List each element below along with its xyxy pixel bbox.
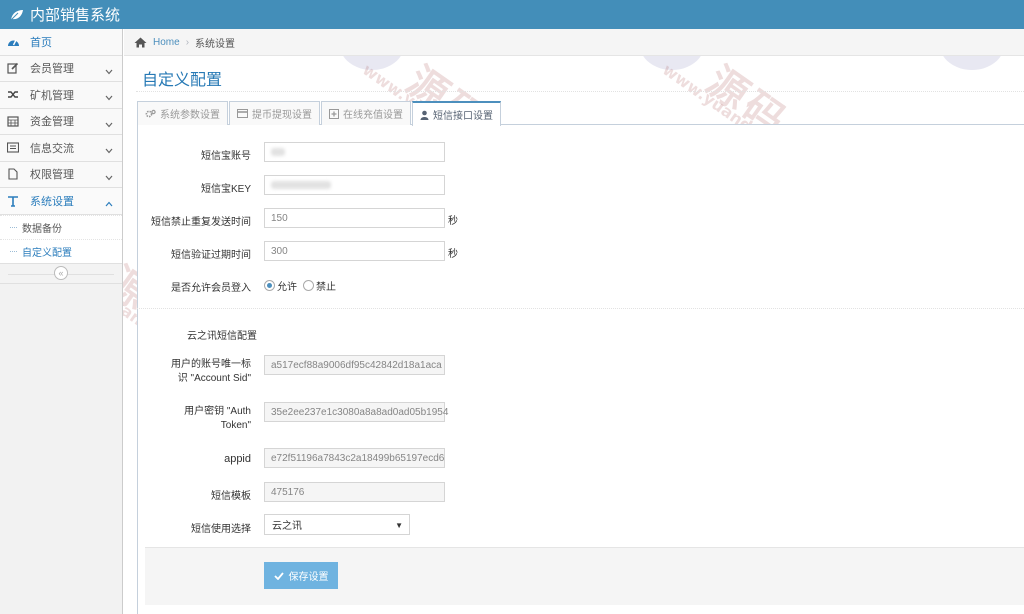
sidebar-collapse-bar: «: [0, 263, 122, 284]
expire-time-label: 短信验证过期时间: [171, 250, 251, 261]
title-divider: [136, 91, 1024, 92]
sidebar-item-label: 信息交流: [30, 142, 74, 155]
save-settings-button[interactable]: 保存设置: [264, 562, 338, 589]
sidebar-item-label: 权限管理: [30, 169, 74, 182]
user-icon: [420, 110, 429, 120]
sidebar-item-funds[interactable]: 资金管理: [0, 108, 122, 135]
chevron-down-icon: [105, 143, 113, 157]
tab-label: 短信接口设置: [433, 111, 493, 122]
sms-provider-value: 云之讯: [272, 521, 302, 532]
sidebar-item-settings[interactable]: 系统设置: [0, 188, 122, 215]
sms-template-label: 短信模板: [211, 491, 251, 502]
sidebar-item-label: 系统设置: [30, 195, 74, 208]
shuffle-icon: [6, 88, 20, 102]
sms-provider-select[interactable]: 云之讯 ▼: [264, 514, 410, 535]
sidebar-item-members[interactable]: 会员管理: [0, 55, 122, 82]
resend-interval-label: 短信禁止重复发送时间: [151, 217, 251, 228]
tab-label: 提币提现设置: [252, 110, 312, 121]
member-login-radio-group: 允许 禁止: [264, 278, 342, 293]
sidebar-item-permissions[interactable]: 权限管理: [0, 161, 122, 188]
expire-time-input[interactable]: 300: [264, 241, 445, 261]
tab-withdrawal[interactable]: 提币提现设置: [229, 101, 320, 125]
credit-card-icon: [237, 109, 248, 118]
sms-key-label: 短信宝KEY: [200, 184, 251, 195]
account-sid-label: 用户的账号唯一标识 "Account Sid": [171, 359, 251, 384]
account-sid-input[interactable]: a517ecf88a9006df95c42842d18a1aca: [264, 355, 445, 375]
plus-square-icon: [329, 108, 339, 119]
masked-value: [271, 181, 331, 189]
tab-sms-interface[interactable]: 短信接口设置: [412, 101, 501, 126]
save-settings-label: 保存设置: [288, 572, 329, 583]
submenu-item-custom-config[interactable]: 自定义配置: [0, 238, 122, 263]
cogs-icon: [145, 109, 156, 119]
login-allow-label: 允许: [277, 282, 297, 293]
check-icon: [273, 571, 284, 580]
auth-token-label: 用户密钥 "Auth Token": [184, 406, 251, 431]
caret-down-icon: ▼: [395, 521, 403, 530]
submenu-item-backup[interactable]: 数据备份: [0, 214, 122, 239]
top-navbar: 内部销售系统: [0, 0, 1024, 29]
breadcrumb-separator: ›: [185, 36, 190, 48]
sms-account-input[interactable]: [264, 142, 445, 162]
login-deny-radio[interactable]: [303, 280, 314, 291]
login-allow-option[interactable]: 允许: [264, 278, 297, 293]
chevron-down-icon: [105, 64, 113, 78]
sidebar-item-label: 资金管理: [30, 116, 74, 129]
sidebar-item-label: 矿机管理: [30, 89, 74, 102]
calendar-icon: [6, 114, 20, 128]
list-alt-icon: [6, 141, 20, 155]
dashboard-icon: [6, 35, 20, 49]
yzx-section-title: 云之讯短信配置: [187, 331, 257, 342]
resend-unit: 秒: [448, 216, 458, 227]
tab-label: 在线充值设置: [343, 110, 403, 121]
tab-online-recharge[interactable]: 在线充值设置: [321, 101, 411, 125]
auth-token-input[interactable]: 35e2ee237e1c3080a8a8ad0ad05b1954: [264, 402, 448, 422]
sms-provider-label: 短信使用选择: [191, 524, 251, 535]
text-icon: [6, 194, 20, 208]
sidebar-item-messages[interactable]: 信息交流: [0, 135, 122, 162]
sidebar: 首页 会员管理 矿机管理 资金管理 信息交流 权限管理 系统设置 数据备份 自定…: [0, 29, 123, 614]
chevron-down-icon: [105, 170, 113, 184]
breadcrumb-current: 系统设置: [195, 38, 236, 50]
chevron-down-icon: [105, 117, 113, 131]
appid-input[interactable]: e72f51196a7843c2a18499b65197ecd6: [264, 448, 445, 468]
chevron-up-icon: [105, 196, 113, 210]
masked-value: [271, 148, 285, 156]
resend-interval-input[interactable]: 150: [264, 208, 445, 228]
leaf-icon: [10, 9, 24, 21]
login-deny-label: 禁止: [316, 282, 336, 293]
app-title: 内部销售系统: [30, 7, 121, 24]
chevron-down-icon: [105, 90, 113, 104]
tab-system-params[interactable]: 系统参数设置: [137, 101, 228, 125]
sidebar-item-miners[interactable]: 矿机管理: [0, 82, 122, 109]
breadcrumb: Home › 系统设置: [124, 29, 1024, 56]
settings-submenu: 数据备份 自定义配置: [0, 214, 122, 264]
appid-label: appid: [224, 453, 251, 465]
section-divider: [137, 308, 1024, 309]
settings-tabs: 系统参数设置 提币提现设置 在线充值设置 短信接口设置: [137, 101, 502, 126]
edit-icon: [6, 61, 20, 75]
sidebar-item-label: 会员管理: [30, 63, 74, 76]
sidebar-item-home[interactable]: 首页: [0, 29, 122, 56]
home-icon: [134, 37, 147, 48]
tab-label: 系统参数设置: [160, 110, 220, 121]
brand[interactable]: 内部销售系统: [10, 4, 120, 25]
login-deny-option[interactable]: 禁止: [303, 278, 336, 293]
breadcrumb-home-link[interactable]: Home: [153, 37, 180, 48]
file-icon: [6, 167, 20, 181]
collapse-icon[interactable]: «: [54, 266, 68, 280]
member-login-label: 是否允许会员登入: [171, 283, 251, 294]
page-title: 自定义配置: [142, 72, 223, 89]
sidebar-item-label: 首页: [30, 36, 52, 49]
sms-key-input[interactable]: [264, 175, 445, 195]
sms-account-label: 短信宝账号: [201, 151, 251, 162]
expire-unit: 秒: [448, 249, 458, 260]
login-allow-radio[interactable]: [264, 280, 275, 291]
sms-template-input[interactable]: 475176: [264, 482, 445, 502]
